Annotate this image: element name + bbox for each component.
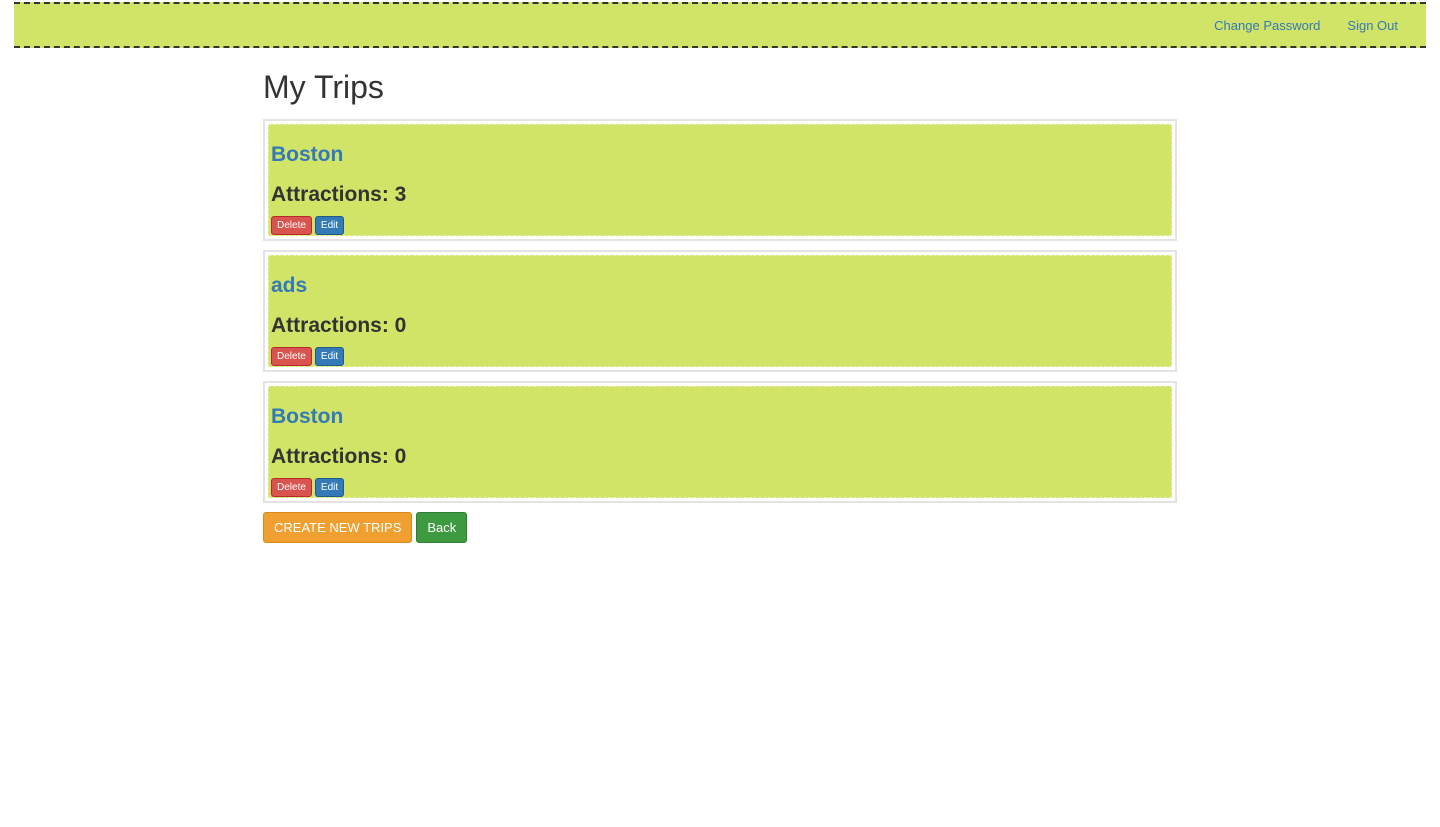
- trip-name-link[interactable]: ads: [271, 274, 307, 298]
- top-navbar: Change Password Sign Out: [14, 2, 1426, 48]
- edit-trip-button[interactable]: Edit: [314, 347, 345, 366]
- delete-trip-button[interactable]: Delete: [271, 347, 312, 366]
- create-new-trips-button[interactable]: CREATE NEW TRIPS: [263, 512, 413, 543]
- trip-actions: Delete Edit: [271, 216, 345, 235]
- trip-card-body: Boston Attractions: 3 Delete Edit: [268, 124, 1172, 236]
- delete-trip-button[interactable]: Delete: [271, 478, 312, 497]
- trip-card-body: ads Attractions: 0 Delete Edit: [268, 255, 1172, 367]
- trip-card: Boston Attractions: 0 Delete Edit: [263, 381, 1177, 503]
- edit-trip-button[interactable]: Edit: [314, 216, 345, 235]
- page-title: My Trips: [263, 69, 384, 105]
- change-password-link[interactable]: Change Password: [1214, 18, 1320, 33]
- trip-attractions-count: Attractions: 0: [271, 314, 407, 337]
- page-actions: CREATE NEW TRIPS Back: [263, 512, 1177, 543]
- main-container: My Trips Boston Attractions: 3 Delete Ed…: [263, 68, 1177, 543]
- trip-attractions-count: Attractions: 3: [271, 183, 407, 206]
- trip-card-body: Boston Attractions: 0 Delete Edit: [268, 386, 1172, 498]
- back-button[interactable]: Back: [416, 512, 468, 543]
- trip-name-link[interactable]: Boston: [271, 405, 343, 429]
- trip-actions: Delete Edit: [271, 347, 345, 366]
- edit-trip-button[interactable]: Edit: [314, 478, 345, 497]
- trip-attractions-count: Attractions: 0: [271, 445, 407, 468]
- trip-name-link[interactable]: Boston: [271, 143, 343, 167]
- delete-trip-button[interactable]: Delete: [271, 216, 312, 235]
- trip-actions: Delete Edit: [271, 478, 345, 497]
- sign-out-link[interactable]: Sign Out: [1347, 18, 1398, 33]
- nav-links: Change Password Sign Out: [1214, 18, 1398, 33]
- trip-card: Boston Attractions: 3 Delete Edit: [263, 119, 1177, 241]
- trip-card: ads Attractions: 0 Delete Edit: [263, 250, 1177, 372]
